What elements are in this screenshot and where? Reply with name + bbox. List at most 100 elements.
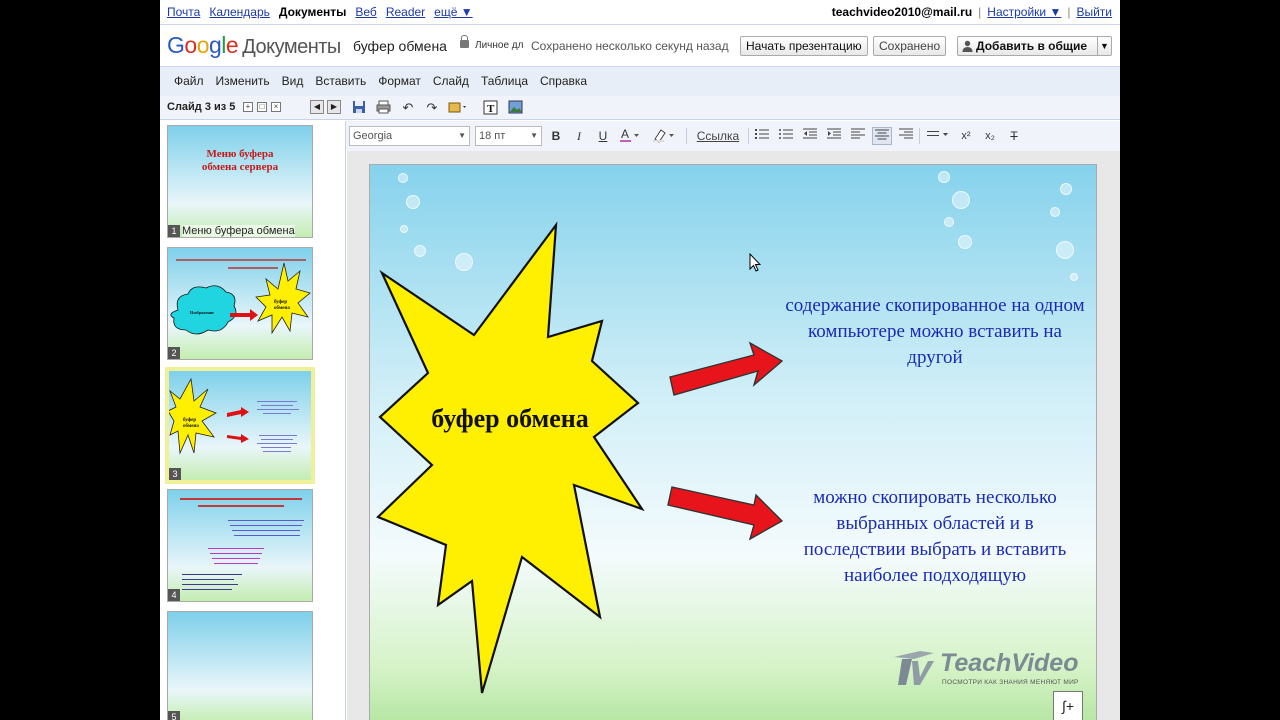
slide-text-1[interactable]: содержание скопированное на одном компью…: [785, 293, 1085, 371]
lock-icon: [460, 35, 469, 48]
clear-format-icon[interactable]: T: [1006, 127, 1022, 145]
arrow-top-shape: [669, 341, 784, 396]
align-center-icon[interactable]: [872, 127, 892, 145]
format-toolbar: Georgia ▼ 18 пт ▼ B I U A Ссылка x² x₂ T: [346, 121, 1120, 151]
bulleted-list-icon[interactable]: [778, 127, 794, 145]
slide-shapes: [376, 221, 784, 694]
divider: [686, 128, 687, 144]
menu-insert[interactable]: Вставить: [309, 67, 372, 96]
redo-icon[interactable]: ↷: [424, 100, 440, 116]
google-docs-logo[interactable]: Google Документы: [167, 32, 341, 59]
link-button[interactable]: Ссылка: [694, 127, 742, 145]
thumb-2-content: буфер обмена Изображение: [170, 259, 311, 335]
align-left-icon[interactable]: [850, 127, 866, 145]
logout-link[interactable]: Выйти: [1076, 5, 1112, 19]
doc-header: Google Документы буфер обмена Личное дл С…: [160, 28, 1120, 64]
text-box-icon[interactable]: T: [482, 100, 498, 116]
gbar-link-web[interactable]: Веб: [355, 5, 376, 19]
slide-count: Слайд 3 из 5: [167, 101, 236, 113]
start-presentation-button[interactable]: Начать презентацию: [740, 36, 868, 56]
privacy-label[interactable]: Личное дл: [475, 40, 523, 51]
slide-canvas-area: буфер обмена содержание скопированное на…: [347, 151, 1120, 720]
thumb-number: 2: [168, 347, 180, 359]
menu-view[interactable]: Вид: [276, 67, 310, 96]
gbar-link-more[interactable]: ещё ▼: [434, 5, 472, 19]
subscript-icon[interactable]: x₂: [982, 127, 998, 145]
settings-link[interactable]: Настройки ▼: [987, 5, 1061, 19]
google-bar: Почта Календарь Документы Веб Reader ещё…: [160, 0, 1120, 24]
gbar-link-calendar[interactable]: Календарь: [209, 5, 270, 19]
share-button[interactable]: Добавить в общие ▼: [957, 36, 1112, 56]
slide-thumb-4[interactable]: 4: [167, 489, 313, 602]
saved-button[interactable]: Сохранено: [873, 36, 947, 56]
menu-help[interactable]: Справка: [534, 67, 593, 96]
divider: [748, 128, 749, 144]
divider: [919, 128, 920, 144]
mouse-cursor-icon: [749, 253, 761, 272]
insert-shape-icon[interactable]: [448, 100, 466, 116]
duplicate-slide-icon[interactable]: □: [257, 102, 267, 112]
prev-slide-icon[interactable]: ◀: [310, 100, 324, 114]
slide-filmstrip: Меню буфера обмена сервера 1 Меню буфера…: [160, 121, 346, 720]
decrease-indent-icon[interactable]: [802, 127, 818, 145]
underline-button[interactable]: U: [596, 127, 610, 145]
svg-text:Изображение: Изображение: [190, 310, 214, 315]
thumb-number: 3: [169, 468, 181, 480]
gbar-link-reader[interactable]: Reader: [386, 5, 425, 19]
watermark-tagline: ПОСМОТРИ КАК ЗНАНИЯ МЕНЯЮТ МИР: [942, 679, 1079, 686]
menu-bar: Файл Изменить Вид Вставить Формат Слайд …: [160, 67, 1120, 96]
gbar-links: Почта Календарь Документы Веб Reader ещё…: [167, 5, 473, 19]
highlight-color-icon[interactable]: [649, 127, 679, 145]
gbar-account: teachvideo2010@mail.ru | Настройки ▼ | В…: [832, 5, 1112, 19]
menu-edit[interactable]: Изменить: [210, 67, 276, 96]
menu-format[interactable]: Формат: [372, 67, 427, 96]
thumb-number: 4: [168, 589, 180, 601]
italic-button[interactable]: I: [572, 127, 586, 145]
image-icon[interactable]: [507, 100, 523, 116]
superscript-icon[interactable]: x²: [958, 127, 974, 145]
font-size-select[interactable]: 18 пт ▼: [475, 126, 542, 146]
divider: [160, 24, 1120, 25]
print-icon[interactable]: [375, 100, 391, 116]
new-slide-icon[interactable]: +: [243, 102, 253, 112]
formula-icon[interactable]: ∫+: [1053, 691, 1083, 720]
person-icon: [962, 40, 973, 52]
slide-toolbar: Слайд 3 из 5 + □ × ◀ ▶ ↶ ↷ T: [160, 96, 1120, 120]
slide-thumb-3[interactable]: буфер обмена 3: [165, 367, 315, 484]
menu-slide[interactable]: Слайд: [427, 67, 475, 96]
svg-text:обмена: обмена: [183, 424, 199, 429]
numbered-list-icon[interactable]: [754, 127, 770, 145]
gbar-link-mail[interactable]: Почта: [167, 5, 200, 19]
thumb-title: Меню буфера обмена сервера: [201, 148, 279, 173]
thumb-number: 1: [168, 225, 180, 237]
slide-canvas[interactable]: буфер обмена содержание скопированное на…: [369, 164, 1097, 720]
slide-text-2[interactable]: можно скопировать несколько выбранных об…: [785, 485, 1085, 589]
document-title[interactable]: буфер обмена: [353, 38, 447, 54]
watermark-title: TeachVideo: [940, 649, 1079, 677]
thumb-caption: Меню буфера обмена: [182, 225, 295, 237]
delete-slide-icon[interactable]: ×: [271, 102, 281, 112]
thumb-number: 5: [168, 711, 180, 720]
undo-icon[interactable]: ↶: [400, 100, 416, 116]
teachvideo-logo-icon: [894, 651, 934, 685]
increase-indent-icon[interactable]: [826, 127, 842, 145]
share-button-label: Добавить в общие: [976, 39, 1088, 53]
menu-file[interactable]: Файл: [168, 67, 210, 96]
slide-thumb-5[interactable]: 5: [167, 611, 313, 720]
bold-button[interactable]: B: [548, 127, 564, 145]
font-select[interactable]: Georgia ▼: [349, 126, 470, 146]
svg-text:обмена: обмена: [274, 306, 290, 311]
align-right-icon[interactable]: [898, 127, 914, 145]
text-color-icon[interactable]: A: [618, 127, 642, 145]
slide-thumb-2[interactable]: буфер обмена Изображение 2: [167, 247, 313, 360]
line-spacing-icon[interactable]: [926, 127, 952, 145]
star-label[interactable]: буфер обмена: [430, 403, 590, 434]
next-slide-icon[interactable]: ▶: [327, 100, 341, 114]
slide-thumb-1[interactable]: Меню буфера обмена сервера 1 Меню буфера…: [167, 125, 313, 238]
chevron-down-icon[interactable]: ▼: [1097, 37, 1111, 55]
logo-docs-label: Документы: [242, 36, 341, 58]
gbar-link-documents[interactable]: Документы: [279, 5, 346, 19]
menu-table[interactable]: Таблица: [475, 67, 534, 96]
save-icon[interactable]: [351, 100, 367, 116]
arrow-bottom-shape: [667, 486, 784, 541]
